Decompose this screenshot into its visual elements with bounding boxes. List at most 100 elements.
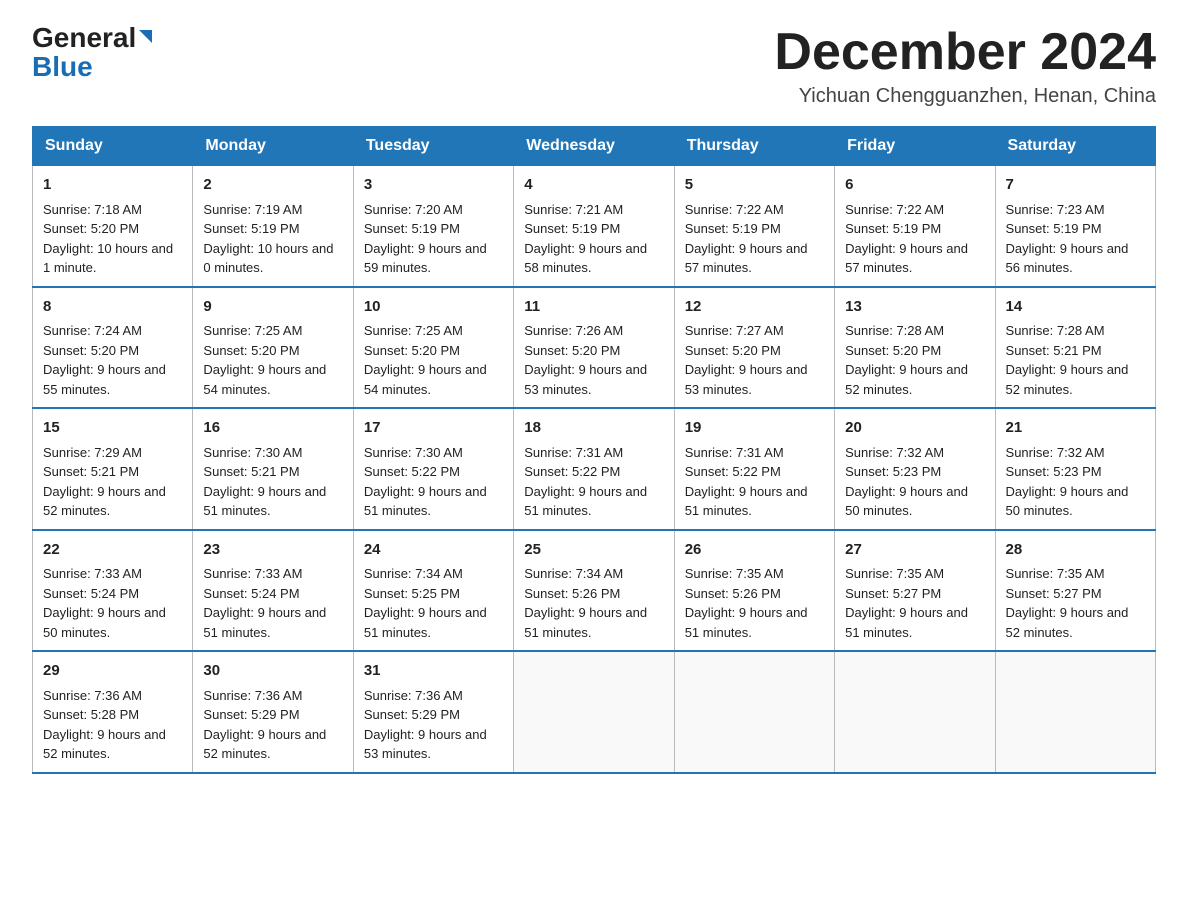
calendar-cell: 3 Sunrise: 7:20 AMSunset: 5:19 PMDaylight… <box>353 166 513 287</box>
calendar-cell: 16 Sunrise: 7:30 AMSunset: 5:21 PMDayligh… <box>193 408 353 530</box>
day-number: 18 <box>524 417 663 440</box>
calendar-cell: 20Sunrise: 7:32 AMSunset: 5:23 PMDayligh… <box>835 408 995 530</box>
day-info: Sunrise: 7:32 AMSunset: 5:23 PMDaylight:… <box>845 445 968 519</box>
location-subtitle: Yichuan Chengguanzhen, Henan, China <box>774 85 1156 108</box>
day-number: 25 <box>524 539 663 562</box>
day-number: 26 <box>685 539 824 562</box>
weekday-header-tuesday: Tuesday <box>353 127 513 166</box>
day-number: 13 <box>845 296 984 319</box>
day-info: Sunrise: 7:31 AMSunset: 5:22 PMDaylight:… <box>685 445 808 519</box>
calendar-cell: 4Sunrise: 7:21 AMSunset: 5:19 PMDaylight… <box>514 166 674 287</box>
day-info: Sunrise: 7:34 AMSunset: 5:25 PMDaylight:… <box>364 566 487 640</box>
day-info: Sunrise: 7:20 AMSunset: 5:19 PMDaylight:… <box>364 202 487 276</box>
logo-text-general: General <box>32 24 152 52</box>
day-info: Sunrise: 7:30 AMSunset: 5:21 PMDaylight:… <box>203 445 326 519</box>
day-info: Sunrise: 7:24 AMSunset: 5:20 PMDaylight:… <box>43 323 166 397</box>
day-info: Sunrise: 7:28 AMSunset: 5:21 PMDaylight:… <box>1006 323 1129 397</box>
day-number: 1 <box>43 174 182 197</box>
weekday-header-wednesday: Wednesday <box>514 127 674 166</box>
weekday-header-thursday: Thursday <box>674 127 834 166</box>
day-number: 19 <box>685 417 824 440</box>
day-number: 16 <box>203 417 342 440</box>
day-number: 28 <box>1006 539 1145 562</box>
day-info: Sunrise: 7:30 AMSunset: 5:22 PMDaylight:… <box>364 445 487 519</box>
day-info: Sunrise: 7:33 AMSunset: 5:24 PMDaylight:… <box>43 566 166 640</box>
day-number: 15 <box>43 417 182 440</box>
calendar-cell: 12 Sunrise: 7:27 AMSunset: 5:20 PMDayligh… <box>674 287 834 409</box>
day-number: 21 <box>1006 417 1145 440</box>
weekday-header-monday: Monday <box>193 127 353 166</box>
weekday-header-row: SundayMondayTuesdayWednesdayThursdayFrid… <box>33 127 1156 166</box>
calendar-cell <box>514 651 674 773</box>
day-info: Sunrise: 7:27 AMSunset: 5:20 PMDaylight:… <box>685 323 808 397</box>
calendar-cell: 30Sunrise: 7:36 AMSunset: 5:29 PMDayligh… <box>193 651 353 773</box>
calendar-cell: 31 Sunrise: 7:36 AMSunset: 5:29 PMDayligh… <box>353 651 513 773</box>
calendar-cell: 18 Sunrise: 7:31 AMSunset: 5:22 PMDayligh… <box>514 408 674 530</box>
calendar-cell: 14 Sunrise: 7:28 AMSunset: 5:21 PMDayligh… <box>995 287 1155 409</box>
day-number: 27 <box>845 539 984 562</box>
day-info: Sunrise: 7:28 AMSunset: 5:20 PMDaylight:… <box>845 323 968 397</box>
logo-text-blue: Blue <box>32 52 93 83</box>
calendar-cell: 6 Sunrise: 7:22 AMSunset: 5:19 PMDaylight… <box>835 166 995 287</box>
day-info: Sunrise: 7:22 AMSunset: 5:19 PMDaylight:… <box>845 202 968 276</box>
day-number: 24 <box>364 539 503 562</box>
calendar-cell <box>835 651 995 773</box>
day-info: Sunrise: 7:34 AMSunset: 5:26 PMDaylight:… <box>524 566 647 640</box>
calendar-cell: 5 Sunrise: 7:22 AMSunset: 5:19 PMDaylight… <box>674 166 834 287</box>
day-info: Sunrise: 7:22 AMSunset: 5:19 PMDaylight:… <box>685 202 808 276</box>
day-number: 11 <box>524 296 663 319</box>
day-info: Sunrise: 7:35 AMSunset: 5:26 PMDaylight:… <box>685 566 808 640</box>
day-number: 6 <box>845 174 984 197</box>
day-info: Sunrise: 7:33 AMSunset: 5:24 PMDaylight:… <box>203 566 326 640</box>
day-info: Sunrise: 7:25 AMSunset: 5:20 PMDaylight:… <box>203 323 326 397</box>
calendar-cell: 7Sunrise: 7:23 AMSunset: 5:19 PMDaylight… <box>995 166 1155 287</box>
day-number: 22 <box>43 539 182 562</box>
day-info: Sunrise: 7:36 AMSunset: 5:29 PMDaylight:… <box>364 688 487 762</box>
calendar-cell: 19 Sunrise: 7:31 AMSunset: 5:22 PMDayligh… <box>674 408 834 530</box>
week-row-5: 29Sunrise: 7:36 AMSunset: 5:28 PMDayligh… <box>33 651 1156 773</box>
calendar-cell <box>995 651 1155 773</box>
calendar-cell: 1 Sunrise: 7:18 AMSunset: 5:20 PMDaylight… <box>33 166 193 287</box>
day-number: 3 <box>364 174 503 197</box>
weekday-header-saturday: Saturday <box>995 127 1155 166</box>
day-number: 31 <box>364 660 503 683</box>
day-info: Sunrise: 7:36 AMSunset: 5:29 PMDaylight:… <box>203 688 326 762</box>
calendar-cell: 29Sunrise: 7:36 AMSunset: 5:28 PMDayligh… <box>33 651 193 773</box>
day-number: 23 <box>203 539 342 562</box>
calendar-cell: 10 Sunrise: 7:25 AMSunset: 5:20 PMDayligh… <box>353 287 513 409</box>
calendar-table: SundayMondayTuesdayWednesdayThursdayFrid… <box>32 126 1156 774</box>
calendar-cell: 15 Sunrise: 7:29 AMSunset: 5:21 PMDayligh… <box>33 408 193 530</box>
day-number: 7 <box>1006 174 1145 197</box>
day-info: Sunrise: 7:29 AMSunset: 5:21 PMDaylight:… <box>43 445 166 519</box>
day-number: 29 <box>43 660 182 683</box>
day-info: Sunrise: 7:19 AMSunset: 5:19 PMDaylight:… <box>203 202 333 276</box>
day-number: 10 <box>364 296 503 319</box>
day-number: 2 <box>203 174 342 197</box>
day-info: Sunrise: 7:25 AMSunset: 5:20 PMDaylight:… <box>364 323 487 397</box>
day-info: Sunrise: 7:35 AMSunset: 5:27 PMDaylight:… <box>845 566 968 640</box>
calendar-cell: 28 Sunrise: 7:35 AMSunset: 5:27 PMDayligh… <box>995 530 1155 652</box>
week-row-4: 22 Sunrise: 7:33 AMSunset: 5:24 PMDayligh… <box>33 530 1156 652</box>
week-row-3: 15 Sunrise: 7:29 AMSunset: 5:21 PMDayligh… <box>33 408 1156 530</box>
day-number: 5 <box>685 174 824 197</box>
title-area: December 2024 Yichuan Chengguanzhen, Hen… <box>774 24 1156 108</box>
calendar-cell: 25 Sunrise: 7:34 AMSunset: 5:26 PMDayligh… <box>514 530 674 652</box>
day-number: 12 <box>685 296 824 319</box>
day-number: 14 <box>1006 296 1145 319</box>
calendar-cell: 27 Sunrise: 7:35 AMSunset: 5:27 PMDayligh… <box>835 530 995 652</box>
calendar-cell: 23 Sunrise: 7:33 AMSunset: 5:24 PMDayligh… <box>193 530 353 652</box>
day-info: Sunrise: 7:18 AMSunset: 5:20 PMDaylight:… <box>43 202 173 276</box>
day-info: Sunrise: 7:21 AMSunset: 5:19 PMDaylight:… <box>524 202 647 276</box>
day-info: Sunrise: 7:31 AMSunset: 5:22 PMDaylight:… <box>524 445 647 519</box>
calendar-cell <box>674 651 834 773</box>
day-info: Sunrise: 7:35 AMSunset: 5:27 PMDaylight:… <box>1006 566 1129 640</box>
calendar-cell: 9Sunrise: 7:25 AMSunset: 5:20 PMDaylight… <box>193 287 353 409</box>
calendar-cell: 2 Sunrise: 7:19 AMSunset: 5:19 PMDaylight… <box>193 166 353 287</box>
calendar-cell: 24 Sunrise: 7:34 AMSunset: 5:25 PMDayligh… <box>353 530 513 652</box>
weekday-header-friday: Friday <box>835 127 995 166</box>
calendar-cell: 11Sunrise: 7:26 AMSunset: 5:20 PMDayligh… <box>514 287 674 409</box>
page-header: General Blue December 2024 Yichuan Cheng… <box>32 24 1156 108</box>
weekday-header-sunday: Sunday <box>33 127 193 166</box>
calendar-cell: 13 Sunrise: 7:28 AMSunset: 5:20 PMDayligh… <box>835 287 995 409</box>
calendar-cell: 17Sunrise: 7:30 AMSunset: 5:22 PMDayligh… <box>353 408 513 530</box>
